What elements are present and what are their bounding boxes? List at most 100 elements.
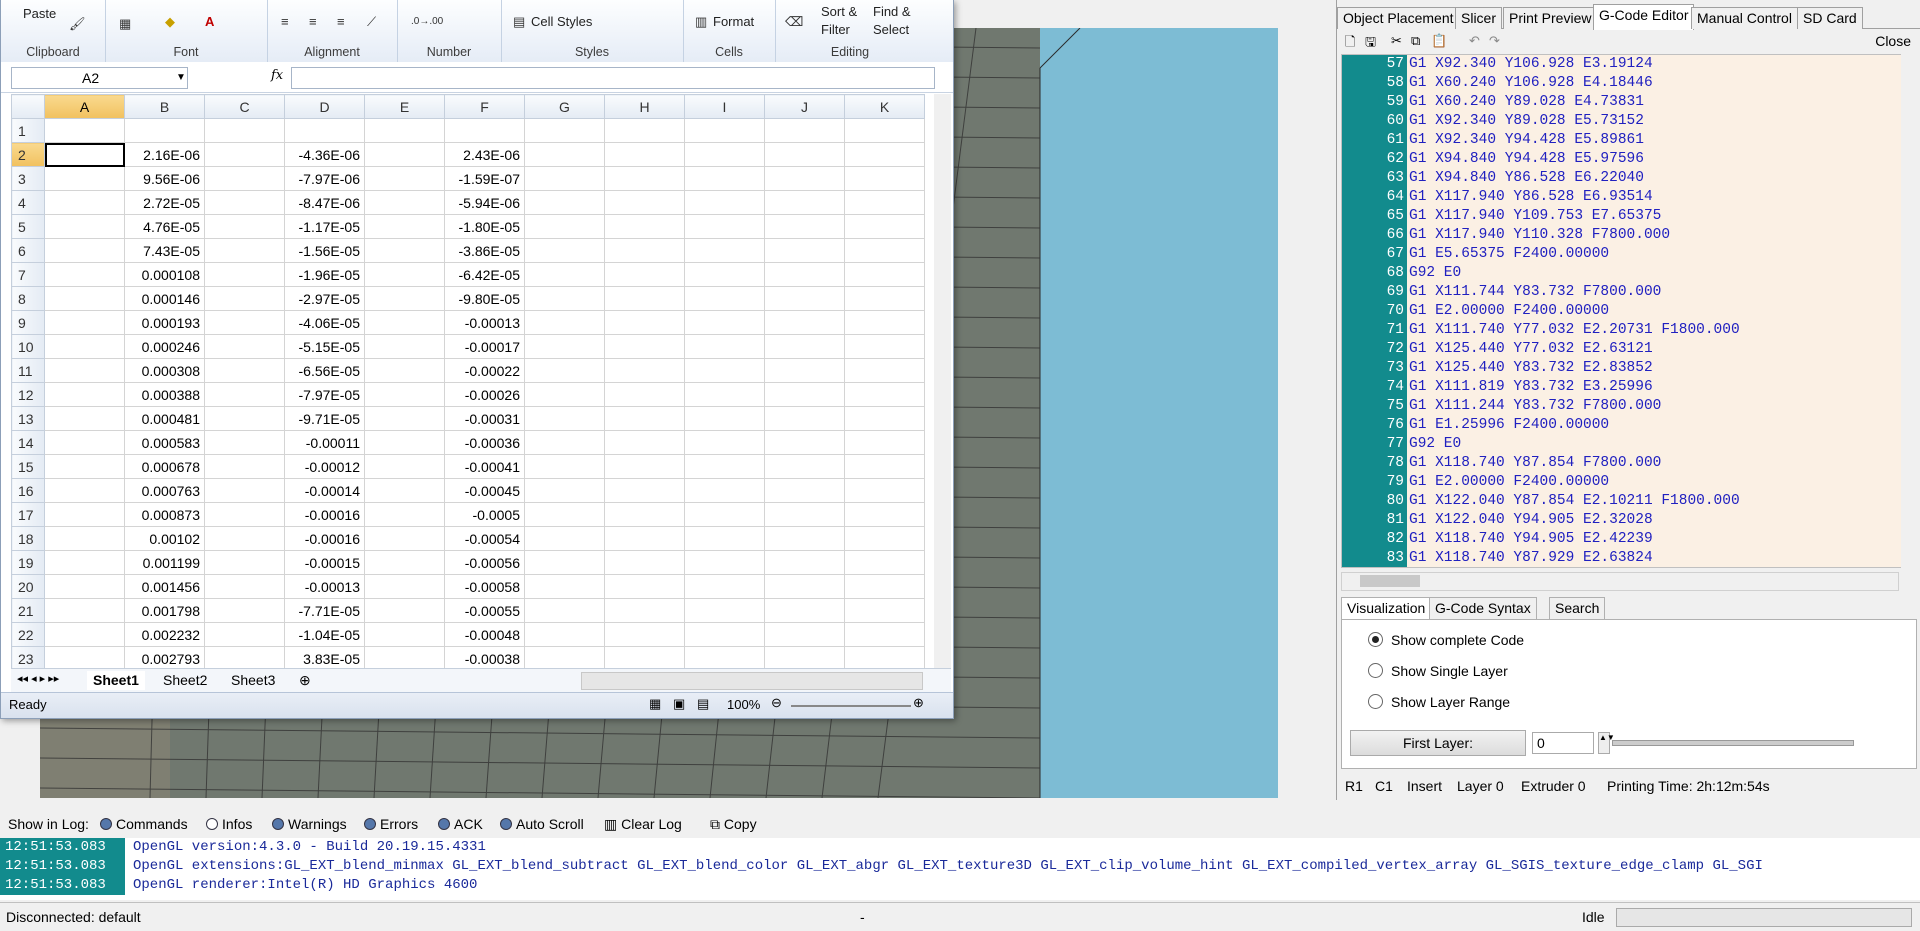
excel-window[interactable]: Paste 🖌 Clipboard ▦ ◆ A Font ≡ ≡ ≡ ⟋ Ali…: [0, 0, 954, 719]
row-header[interactable]: 6: [11, 238, 45, 263]
cell-g[interactable]: [524, 286, 605, 311]
cell-i[interactable]: [684, 502, 765, 527]
filter-ack[interactable]: ACK: [438, 816, 483, 832]
cell-h[interactable]: [604, 118, 685, 143]
zoom-slider[interactable]: [791, 705, 911, 707]
cell-k[interactable]: [844, 622, 925, 647]
gcode-line[interactable]: 80 G1 X122.040 Y87.854 E2.10211 F1800.000: [1342, 492, 1912, 511]
cell-g[interactable]: [524, 406, 605, 431]
cell-d[interactable]: -4.36E-06: [284, 142, 365, 167]
cell-e[interactable]: [364, 598, 445, 623]
cell-g[interactable]: [524, 166, 605, 191]
gcode-editor[interactable]: 57 G1 X92.340 Y106.928 E3.19124 58 G1 X60.2…: [1341, 54, 1913, 568]
cell-k[interactable]: [844, 238, 925, 263]
scroll-thumb[interactable]: [1360, 575, 1420, 587]
cell-j[interactable]: [764, 334, 845, 359]
cell-g[interactable]: [524, 550, 605, 575]
row-header[interactable]: 3: [11, 166, 45, 191]
font-color-icon[interactable]: A: [205, 14, 214, 29]
sheet-nav-icon[interactable]: ◂◂ ◂ ▸ ▸▸: [17, 672, 59, 685]
cell-g[interactable]: [524, 502, 605, 527]
cell-h[interactable]: [604, 382, 685, 407]
cell-f[interactable]: -9.80E-05: [444, 286, 525, 311]
cell-c[interactable]: [204, 166, 285, 191]
cell-h[interactable]: [604, 550, 685, 575]
cell-e[interactable]: [364, 286, 445, 311]
cell-j[interactable]: [764, 406, 845, 431]
row-header[interactable]: 7: [11, 262, 45, 287]
increase-decimal-icon[interactable]: .0→.00: [411, 16, 443, 27]
cell-a[interactable]: [44, 646, 125, 668]
cell-c[interactable]: [204, 526, 285, 551]
cell-h[interactable]: [604, 334, 685, 359]
gcode-line[interactable]: 59 G1 X60.240 Y89.028 E4.73831: [1342, 93, 1912, 112]
cell-i[interactable]: [684, 334, 765, 359]
log-console[interactable]: 12:51:53.083 OpenGL version:4.3.0 - Build…: [0, 838, 1920, 900]
cell-c[interactable]: [204, 334, 285, 359]
row-header[interactable]: 22: [11, 622, 45, 647]
cell-h[interactable]: [604, 406, 685, 431]
cell-j[interactable]: [764, 598, 845, 623]
cut-icon[interactable]: ✂: [1391, 33, 1402, 49]
cell-k[interactable]: [844, 646, 925, 668]
cell-b[interactable]: 0.000763: [124, 478, 205, 503]
cell-c[interactable]: [204, 406, 285, 431]
name-box[interactable]: A2 ▼: [11, 67, 188, 89]
cell-k[interactable]: [844, 166, 925, 191]
gcode-line[interactable]: 68 G92 E0: [1342, 264, 1912, 283]
cell-f[interactable]: -0.00045: [444, 478, 525, 503]
cell-f[interactable]: -1.80E-05: [444, 214, 525, 239]
cell-e[interactable]: [364, 382, 445, 407]
chevron-down-icon[interactable]: ▼: [176, 68, 186, 88]
cell-e[interactable]: [364, 334, 445, 359]
sheet-tab-1[interactable]: Sheet1: [87, 671, 145, 690]
gcode-line[interactable]: 67 G1 E5.65375 F2400.00000: [1342, 245, 1912, 264]
cell-f[interactable]: -0.00036: [444, 430, 525, 455]
cell-f[interactable]: -0.00022: [444, 358, 525, 383]
cell-i[interactable]: [684, 286, 765, 311]
tab-object-placement[interactable]: Object Placement: [1337, 7, 1460, 29]
cell-g[interactable]: [524, 358, 605, 383]
cell-f[interactable]: -6.42E-05: [444, 262, 525, 287]
row-header[interactable]: 15: [11, 454, 45, 479]
cell-j[interactable]: [764, 382, 845, 407]
cell-e[interactable]: [364, 262, 445, 287]
cell-i[interactable]: [684, 646, 765, 668]
cell-j[interactable]: [764, 118, 845, 143]
cell-j[interactable]: [764, 502, 845, 527]
cell-i[interactable]: [684, 526, 765, 551]
cell-j[interactable]: [764, 622, 845, 647]
gcode-line[interactable]: 73 G1 X125.440 Y83.732 E2.83852: [1342, 359, 1912, 378]
sheet-table[interactable]: ABCDEFGHIJK 1 2 2.16E-06 -4.36E-06 2.43E-06 3…: [11, 94, 925, 668]
cell-g[interactable]: [524, 622, 605, 647]
cell-j[interactable]: [764, 310, 845, 335]
column-header[interactable]: G: [524, 94, 605, 119]
cell-c[interactable]: [204, 550, 285, 575]
cell-e[interactable]: [364, 646, 445, 668]
cell-h[interactable]: [604, 478, 685, 503]
cell-j[interactable]: [764, 262, 845, 287]
cell-e[interactable]: [364, 238, 445, 263]
cell-b[interactable]: 0.000308: [124, 358, 205, 383]
cell-d[interactable]: -4.06E-05: [284, 310, 365, 335]
cell-h[interactable]: [604, 310, 685, 335]
gcode-line[interactable]: 63 G1 X94.840 Y86.528 E6.22040: [1342, 169, 1912, 188]
cell-j[interactable]: [764, 478, 845, 503]
row-header[interactable]: 5: [11, 214, 45, 239]
cell-i[interactable]: [684, 262, 765, 287]
cell-k[interactable]: [844, 382, 925, 407]
cell-a[interactable]: [44, 166, 125, 191]
cell-d[interactable]: -7.97E-06: [284, 166, 365, 191]
cell-f[interactable]: -0.00048: [444, 622, 525, 647]
cell-g[interactable]: [524, 526, 605, 551]
cell-f[interactable]: 2.43E-06: [444, 142, 525, 167]
gcode-horizontal-scrollbar[interactable]: [1341, 572, 1899, 591]
cell-d[interactable]: -1.04E-05: [284, 622, 365, 647]
paste-icon[interactable]: 📋: [1431, 33, 1447, 49]
vertical-scrollbar[interactable]: [934, 94, 951, 668]
new-file-icon[interactable]: 🗋: [1345, 33, 1355, 55]
sort-filter-button[interactable]: Sort &: [821, 4, 857, 19]
cell-g[interactable]: [524, 334, 605, 359]
cell-i[interactable]: [684, 166, 765, 191]
cell-c[interactable]: [204, 478, 285, 503]
